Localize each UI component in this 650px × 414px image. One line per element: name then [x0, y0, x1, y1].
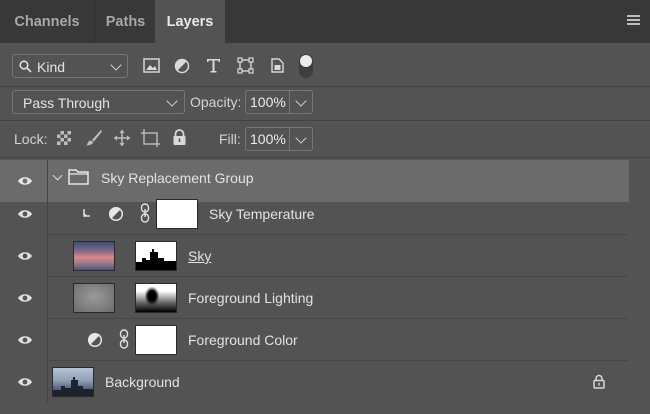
- tab-channels[interactable]: Channels: [0, 0, 94, 43]
- type-filter-icon[interactable]: [206, 58, 221, 73]
- eye-icon[interactable]: [17, 175, 33, 187]
- chevron-down-icon: [166, 95, 178, 107]
- layer-name[interactable]: Background: [105, 374, 180, 390]
- fill-label: Fill:: [219, 131, 241, 147]
- shape-filter-icon[interactable]: [237, 57, 254, 74]
- adjustment-layer-icon: [87, 332, 103, 348]
- filter-toggle-icon[interactable]: [298, 53, 314, 79]
- lock-position-icon[interactable]: [113, 129, 131, 147]
- chevron-down-icon: [295, 132, 307, 144]
- eye-icon[interactable]: [17, 292, 33, 304]
- mask-link-icon[interactable]: [119, 329, 129, 349]
- layer-name[interactable]: Foreground Lighting: [188, 290, 313, 306]
- layer-name[interactable]: Sky Temperature: [209, 206, 315, 222]
- adjustment-layer-icon: [108, 206, 124, 222]
- filter-kind-label: Kind: [37, 59, 66, 75]
- lock-all-icon[interactable]: [172, 129, 187, 146]
- mask-link-icon[interactable]: [140, 203, 150, 223]
- panel-menu-icon[interactable]: [627, 15, 640, 27]
- search-icon: [19, 60, 32, 73]
- layer-name[interactable]: Sky: [188, 248, 211, 264]
- visibility-toggle[interactable]: [0, 193, 48, 235]
- opacity-label: Opacity:: [190, 94, 242, 110]
- chevron-down-icon: [110, 59, 122, 71]
- layer-row-background[interactable]: Background: [0, 361, 650, 403]
- background-image-thumbnail[interactable]: [52, 367, 94, 397]
- layer-mask-thumbnail[interactable]: [135, 283, 177, 313]
- eye-icon[interactable]: [17, 208, 33, 220]
- opacity-field[interactable]: 100%: [245, 90, 289, 114]
- fill-slider-button[interactable]: [289, 127, 313, 151]
- visibility-toggle[interactable]: [0, 319, 48, 361]
- eye-icon[interactable]: [17, 250, 33, 262]
- visibility-toggle[interactable]: [0, 277, 48, 319]
- image-filter-icon[interactable]: [143, 58, 160, 73]
- layer-row-foreground-lighting[interactable]: Foreground Lighting: [0, 277, 650, 319]
- chevron-down-icon: [295, 95, 307, 107]
- lock-transparent-pixels-icon[interactable]: [57, 131, 71, 145]
- tab-paths[interactable]: Paths: [94, 0, 156, 43]
- tab-layers[interactable]: Layers: [155, 0, 225, 43]
- fill-field[interactable]: 100%: [245, 127, 289, 151]
- visibility-toggle[interactable]: [0, 235, 48, 277]
- filter-kind-dropdown[interactable]: Kind: [12, 54, 128, 78]
- visibility-toggle[interactable]: [0, 361, 48, 403]
- lock-image-pixels-icon[interactable]: [85, 129, 103, 147]
- eye-icon[interactable]: [17, 376, 33, 388]
- folder-icon: [68, 169, 89, 185]
- opacity-slider-button[interactable]: [289, 90, 313, 114]
- sky-mask-silhouette-icon: [136, 249, 176, 270]
- blend-mode-dropdown[interactable]: Pass Through: [12, 90, 185, 114]
- layer-mask-thumbnail[interactable]: [135, 325, 177, 355]
- layer-name[interactable]: Sky Replacement Group: [101, 170, 254, 186]
- clipping-mask-arrow-icon: [83, 209, 90, 217]
- layer-row-sky[interactable]: Sky: [0, 235, 650, 277]
- eye-icon[interactable]: [17, 334, 33, 346]
- layer-mask-thumbnail[interactable]: [135, 241, 177, 271]
- panel-tab-bar: Channels Paths Layers: [0, 0, 650, 43]
- smart-object-filter-icon[interactable]: [270, 57, 285, 74]
- lock-icon: [593, 374, 605, 389]
- lighthouse-silhouette-icon: [53, 377, 93, 396]
- lock-label: Lock:: [14, 131, 48, 147]
- layer-row-foreground-color[interactable]: Foreground Color: [0, 319, 650, 361]
- sky-image-thumbnail[interactable]: [73, 241, 115, 271]
- group-expand-chevron-icon[interactable]: [52, 170, 63, 181]
- layer-name[interactable]: Foreground Color: [188, 332, 298, 348]
- blend-mode-label: Pass Through: [23, 95, 110, 111]
- layer-mask-thumbnail[interactable]: [156, 199, 198, 229]
- adjustment-filter-icon[interactable]: [174, 58, 190, 74]
- layer-row-sky-temperature[interactable]: Sky Temperature: [0, 193, 650, 235]
- foreground-lighting-thumbnail[interactable]: [73, 283, 115, 313]
- lock-artboard-icon[interactable]: [141, 129, 160, 147]
